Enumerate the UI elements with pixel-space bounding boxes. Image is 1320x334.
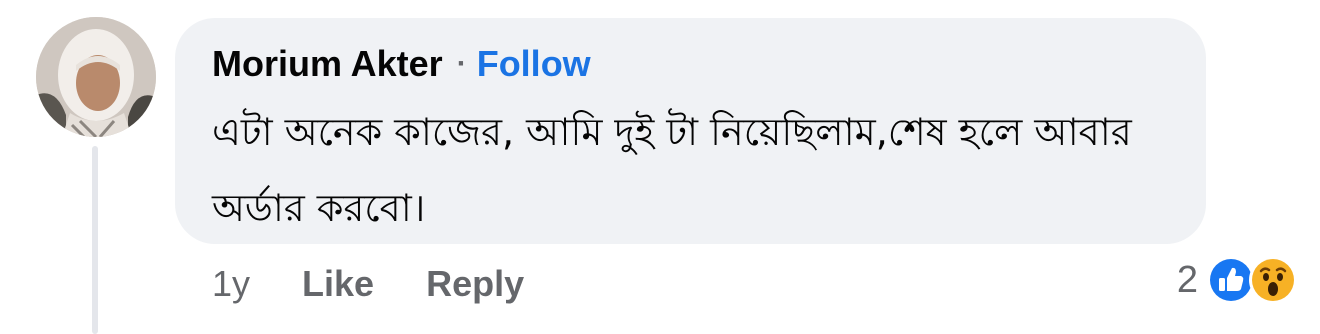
reactions-summary[interactable]: 2 — [1177, 254, 1298, 306]
comment-header: Morium Akter · Follow — [212, 42, 591, 86]
thread-line — [92, 146, 98, 334]
wow-icon — [1249, 256, 1297, 304]
timestamp[interactable]: 1y — [212, 263, 250, 305]
comment-actions: 1y Like Reply — [212, 262, 576, 306]
reply-button[interactable]: Reply — [426, 263, 524, 305]
avatar[interactable] — [36, 17, 156, 137]
separator-dot: · — [456, 47, 467, 80]
comment-text: এটা অনেক কাজের, আমি দুই টা নিয়েছিলাম,শে… — [212, 110, 1132, 230]
author-name[interactable]: Morium Akter — [212, 42, 443, 86]
reaction-count: 2 — [1176, 258, 1198, 301]
follow-button[interactable]: Follow — [477, 42, 591, 86]
like-button[interactable]: Like — [302, 263, 374, 305]
